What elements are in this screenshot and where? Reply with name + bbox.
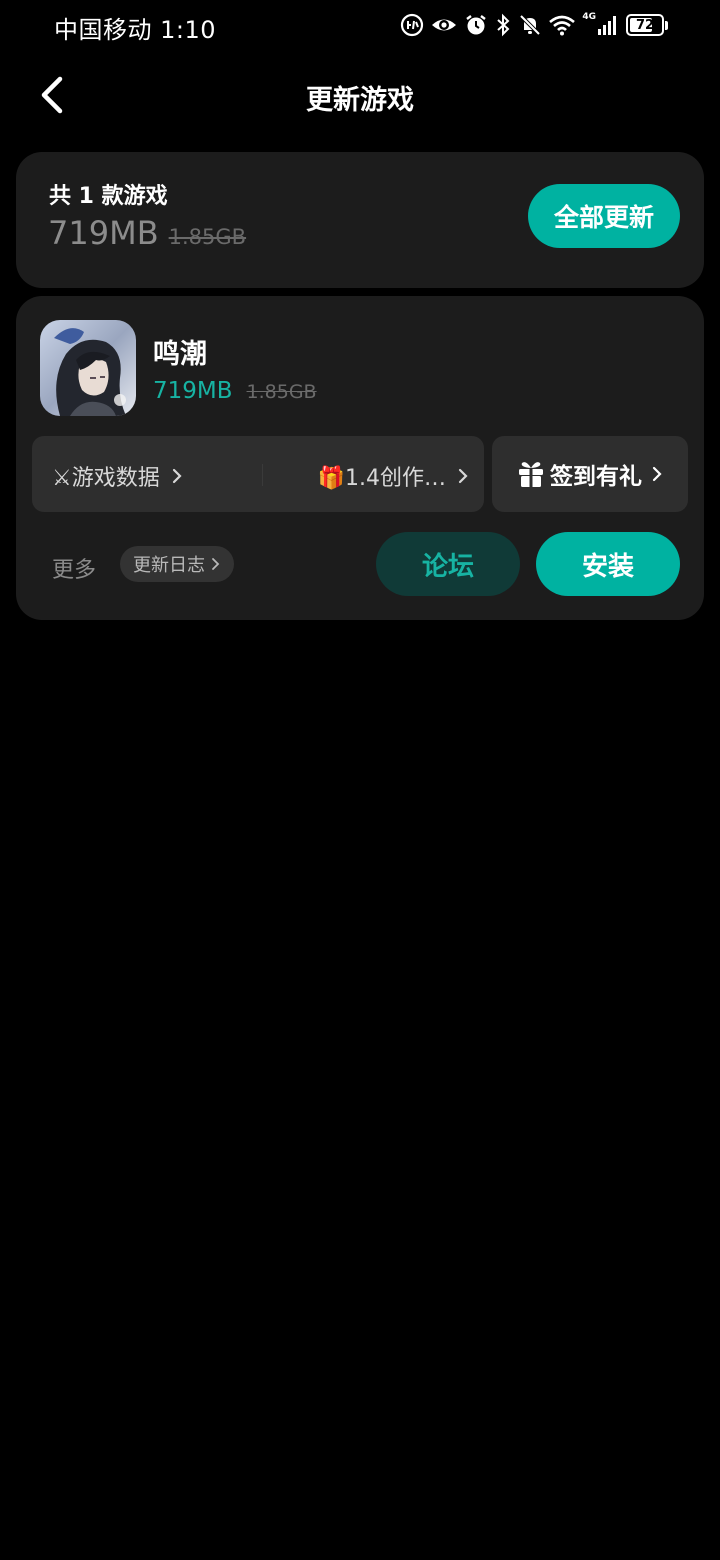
signal-icon xyxy=(597,14,619,36)
info-strip: ⚔游戏数据 🎁1.4创作… xyxy=(32,436,484,512)
update-count: 共 1 款游戏 xyxy=(49,184,168,209)
game-new-size: 719MB xyxy=(153,378,233,404)
battery-icon: 72 xyxy=(626,14,664,36)
wifi-icon xyxy=(549,14,576,36)
game-data-link[interactable]: ⚔游戏数据 xyxy=(52,460,182,492)
chevron-right-icon xyxy=(458,468,468,484)
app-header: 更新游戏 xyxy=(0,60,720,132)
changelog-label: 更新日志 xyxy=(133,555,205,576)
page-title: 更新游戏 xyxy=(306,85,414,116)
hd-call-icon xyxy=(400,13,424,37)
divider xyxy=(262,464,263,486)
game-old-size: 1.85GB xyxy=(246,381,317,403)
sign-in-gift-button[interactable]: 签到有礼 xyxy=(492,436,688,512)
clock: 1:10 xyxy=(160,16,217,44)
eye-comfort-icon xyxy=(431,14,457,36)
network-type: 4G xyxy=(582,12,596,22)
summary-card: 共 1 款游戏 719MB 1.85GB 全部更新 xyxy=(16,152,704,288)
game-data-label: ⚔游戏数据 xyxy=(52,466,160,491)
carrier-name: 中国移动 xyxy=(54,16,152,44)
changelog-button[interactable]: 更新日志 xyxy=(120,546,234,582)
chevron-right-icon xyxy=(212,558,220,570)
chevron-right-icon xyxy=(172,468,182,484)
forum-button[interactable]: 论坛 xyxy=(376,532,520,596)
mute-icon xyxy=(518,13,542,37)
gift-icon xyxy=(519,462,543,487)
game-name: 鸣潮 xyxy=(153,339,207,370)
event-link[interactable]: 🎁1.4创作… xyxy=(318,460,468,492)
game-card: 鸣潮 719MB 1.85GB ⚔游戏数据 🎁1.4创作… 签到有礼 更多 更新… xyxy=(16,296,704,620)
total-old-size: 1.85GB xyxy=(168,225,247,249)
update-all-button[interactable]: 全部更新 xyxy=(528,184,680,248)
summary-sizes: 719MB 1.85GB xyxy=(48,214,246,252)
chevron-right-icon xyxy=(652,466,662,482)
alarm-icon xyxy=(464,13,488,37)
status-left: 中国移动 1:10 xyxy=(54,10,216,45)
battery-level: 72 xyxy=(635,17,655,33)
sign-in-gift-label: 签到有礼 xyxy=(550,464,642,490)
game-icon[interactable] xyxy=(40,320,136,416)
install-button[interactable]: 安装 xyxy=(536,532,680,596)
status-icons: 4G 72 xyxy=(400,11,668,39)
more-label: 更多 xyxy=(52,558,97,583)
total-new-size: 719MB xyxy=(48,214,159,252)
status-bar: 中国移动 1:10 4G 72 xyxy=(0,0,720,52)
event-label: 🎁1.4创作… xyxy=(317,466,446,491)
bluetooth-icon xyxy=(495,13,511,37)
game-sizes: 719MB 1.85GB xyxy=(153,378,317,404)
battery-tip xyxy=(665,20,668,30)
